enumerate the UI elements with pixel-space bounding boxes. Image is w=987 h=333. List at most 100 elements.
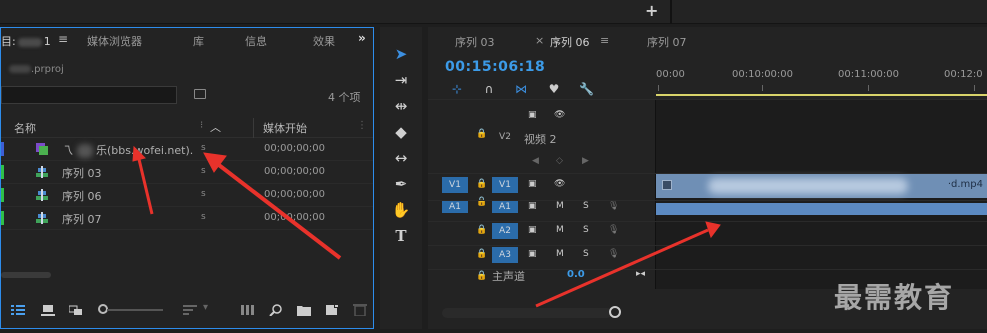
column-media-start[interactable]: 媒体开始: [263, 120, 307, 136]
next-keyframe-icon[interactable]: ▶: [582, 156, 589, 166]
go-to-out-icon[interactable]: ▸◂: [636, 269, 645, 279]
tab-media-browser[interactable]: 媒体浏览器: [87, 33, 142, 49]
column-header: 名称 ⁝ ︿ 媒体开始 ⋮: [1, 118, 373, 138]
column-menu-icon[interactable]: ⋮: [357, 120, 367, 131]
ruler-label: 00:10:00:00: [732, 69, 794, 80]
add-marker-icon[interactable]: ♥: [547, 82, 561, 96]
list-item[interactable]: 乁 乐(bbs.wofei.net). s 00;00;00;00: [1, 138, 373, 161]
horizontal-zoom-scrollbar[interactable]: [442, 308, 612, 318]
voiceover-icon[interactable]: 🎙: [608, 201, 619, 211]
lock-icon[interactable]: 🔒: [476, 271, 487, 281]
mute-button[interactable]: M: [556, 225, 564, 235]
column-divider[interactable]: [253, 118, 254, 138]
trash-icon[interactable]: [353, 304, 367, 316]
lock-icon[interactable]: 🔒: [476, 179, 487, 189]
type-tool-icon[interactable]: T: [390, 225, 412, 247]
zoom-slider-track[interactable]: [107, 309, 163, 311]
sequence-icon: [36, 189, 48, 201]
add-keyframe-icon[interactable]: ◇: [556, 156, 563, 166]
tab-sequence-03[interactable]: 序列 03: [455, 34, 495, 50]
sync-lock-icon[interactable]: ▣: [528, 110, 537, 120]
wrench-icon[interactable]: 🔧: [579, 82, 594, 96]
search-input[interactable]: [1, 86, 177, 104]
lock-icon[interactable]: 🔒: [476, 197, 487, 207]
lock-icon[interactable]: 🔒: [476, 225, 487, 235]
work-area-bar[interactable]: [656, 94, 987, 96]
sort-up-icon[interactable]: ︿: [210, 119, 221, 135]
master-volume[interactable]: 0.0: [567, 269, 585, 280]
track-label-a1[interactable]: A1: [492, 201, 518, 213]
icon-view-icon[interactable]: [41, 304, 55, 316]
source-patch-v1[interactable]: V1: [442, 177, 468, 193]
new-bin-icon[interactable]: [297, 304, 311, 316]
razor-tool-icon[interactable]: ◆: [390, 121, 412, 143]
automate-to-sequence-icon[interactable]: [241, 304, 255, 316]
voiceover-icon[interactable]: 🎙: [608, 225, 619, 235]
item-framerate: s: [201, 166, 206, 176]
item-media-start: 00;00;00;00: [264, 166, 326, 177]
solo-button[interactable]: S: [583, 225, 589, 235]
hand-tool-icon[interactable]: ✋: [390, 199, 412, 221]
track-label-v2[interactable]: V2: [498, 129, 512, 145]
prev-keyframe-icon[interactable]: ◀: [532, 156, 539, 166]
new-bin-icon[interactable]: [194, 89, 206, 99]
tab-effects[interactable]: 效果: [313, 33, 335, 49]
sync-lock-icon[interactable]: ▣: [528, 225, 537, 235]
column-options-icon[interactable]: ⁝: [200, 120, 203, 131]
playhead-timecode[interactable]: 00:15:06:18: [445, 59, 545, 75]
tab-sequence-06[interactable]: 序列 06: [550, 34, 590, 50]
pen-tool-icon[interactable]: ✒: [390, 173, 412, 195]
solo-button[interactable]: S: [583, 249, 589, 259]
track-label-v1[interactable]: V1: [492, 177, 518, 193]
tab-project[interactable]: 目: 1: [1, 33, 51, 49]
snap-icon[interactable]: ∩: [482, 82, 496, 96]
column-name[interactable]: 名称: [14, 120, 36, 136]
track-select-tool-icon[interactable]: ⇥: [390, 69, 412, 91]
watermark: 最需教育: [834, 281, 955, 314]
tab-info[interactable]: 信息: [245, 33, 267, 49]
add-icon[interactable]: +: [645, 1, 658, 20]
tab-libraries[interactable]: 库: [193, 33, 204, 49]
list-item[interactable]: 序列 07 s 00;00;00;00: [1, 207, 373, 230]
find-icon[interactable]: [269, 304, 283, 316]
solo-button[interactable]: S: [583, 201, 589, 211]
track-headers: 🔒 V2 ▣ 👁 视频 2 ◀ ◇ ▶ V1 🔒 V1 ▣ 👁 A1 🔒 A1 …: [428, 99, 655, 289]
time-ruler[interactable]: 00:00 00:10:00:00 00:11:00:00 00:12:0: [656, 63, 987, 96]
eye-icon[interactable]: 👁: [554, 179, 565, 189]
mute-button[interactable]: M: [556, 201, 564, 211]
track-label-a2[interactable]: A2: [492, 223, 518, 239]
sync-lock-icon[interactable]: ▣: [528, 201, 537, 211]
more-tabs-icon[interactable]: »: [358, 31, 366, 45]
source-patch-a1[interactable]: A1: [442, 201, 468, 213]
sort-icons-icon[interactable]: [183, 304, 197, 316]
audio-clip[interactable]: [656, 203, 987, 215]
panel-menu-icon[interactable]: ≡: [58, 32, 68, 46]
list-view-icon[interactable]: [11, 304, 25, 316]
list-item[interactable]: 序列 03 s 00;00;00;00: [1, 161, 373, 184]
lock-icon[interactable]: 🔒: [476, 129, 487, 139]
new-item-icon[interactable]: [325, 304, 339, 316]
video-clip[interactable]: ·d.mp4: [656, 174, 987, 198]
track-area[interactable]: ·d.mp4: [656, 99, 987, 289]
freeform-view-icon[interactable]: [69, 304, 83, 316]
eye-icon[interactable]: 👁: [554, 110, 565, 120]
linked-selection-icon[interactable]: ⋈: [514, 82, 528, 96]
nest-source-icon[interactable]: ⊹: [450, 82, 464, 96]
panel-menu-icon[interactable]: ≡: [600, 34, 609, 47]
selection-tool-icon[interactable]: ➤: [390, 43, 412, 65]
horizontal-scrollbar[interactable]: [1, 272, 51, 278]
zoom-scroll-handle[interactable]: [609, 306, 621, 318]
list-item[interactable]: 序列 06 s 00;00;00;00: [1, 184, 373, 207]
tab-sequence-07[interactable]: 序列 07: [647, 34, 687, 50]
item-framerate: s: [201, 212, 206, 222]
ripple-edit-tool-icon[interactable]: ⇹: [390, 95, 412, 117]
track-label-a3[interactable]: A3: [492, 247, 518, 263]
voiceover-icon[interactable]: 🎙: [608, 249, 619, 259]
sort-dropdown-icon[interactable]: ▾: [203, 302, 208, 313]
lock-icon[interactable]: 🔒: [476, 249, 487, 259]
sync-lock-icon[interactable]: ▣: [528, 179, 537, 189]
close-tab-icon[interactable]: ×: [535, 34, 544, 47]
mute-button[interactable]: M: [556, 249, 564, 259]
sync-lock-icon[interactable]: ▣: [528, 249, 537, 259]
slip-tool-icon[interactable]: ↔: [390, 147, 412, 169]
